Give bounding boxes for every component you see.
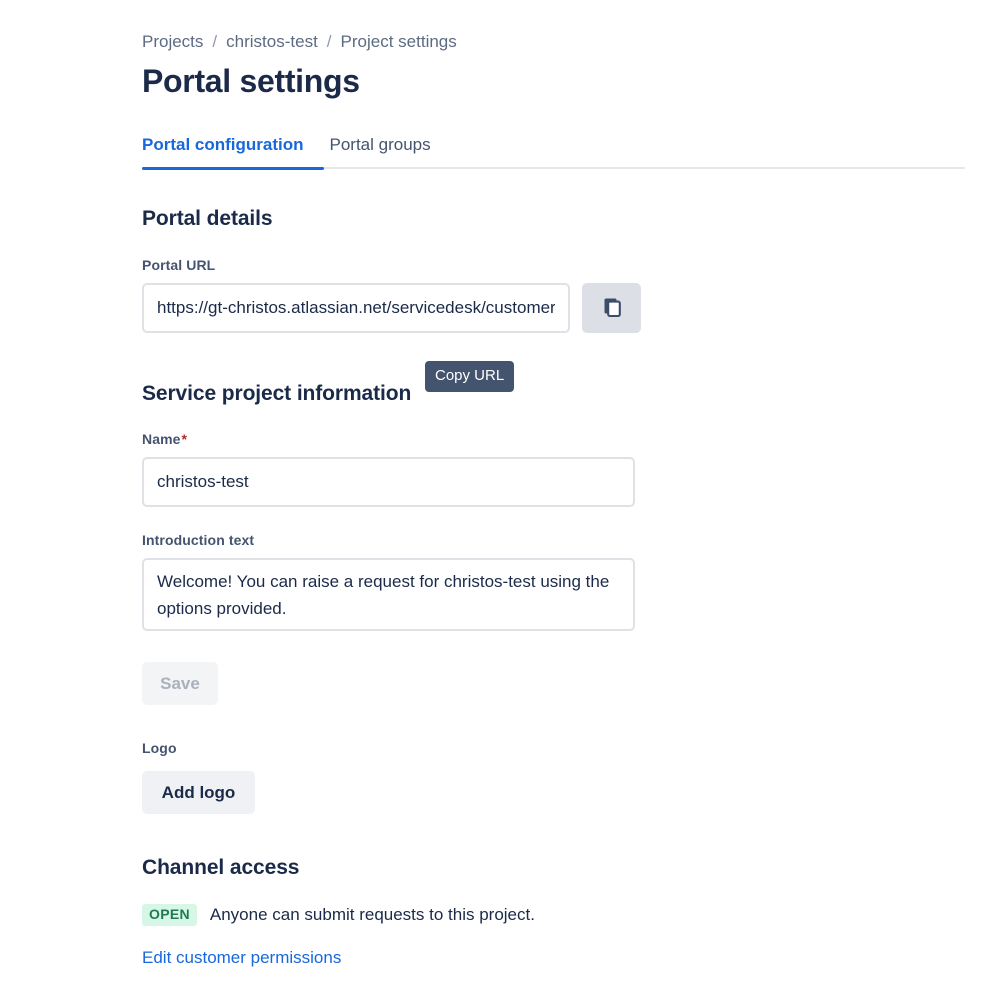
copy-url-button[interactable] — [582, 283, 641, 333]
introduction-text-row — [142, 558, 972, 636]
name-row — [142, 457, 972, 507]
portal-url-input[interactable] — [142, 283, 570, 333]
status-badge-open: OPEN — [142, 904, 197, 926]
introduction-text-input[interactable] — [142, 558, 635, 631]
breadcrumb-item-project-settings[interactable]: Project settings — [341, 31, 457, 53]
active-tab-underline — [142, 167, 324, 170]
section-heading-service-project-information: Service project information — [142, 382, 412, 405]
breadcrumb-item-projects[interactable]: Projects — [142, 31, 203, 53]
name-input[interactable] — [142, 457, 635, 507]
logo-label: Logo — [142, 740, 177, 756]
page-content: Projects / christos-test / Project setti… — [142, 0, 972, 969]
page-title: Portal settings — [142, 63, 360, 99]
add-logo-button[interactable]: Add logo — [142, 771, 255, 814]
tab-divider — [142, 167, 965, 170]
required-marker: * — [181, 431, 188, 447]
name-label-text: Name — [142, 431, 181, 447]
introduction-text-label: Introduction text — [142, 532, 255, 548]
channel-access-description: Anyone can submit requests to this proje… — [209, 905, 535, 924]
breadcrumb-separator: / — [326, 32, 332, 51]
portal-url-row — [142, 283, 972, 333]
save-row: Save — [142, 662, 972, 705]
add-logo-row: Add logo — [142, 771, 972, 814]
breadcrumb-separator: / — [212, 32, 218, 51]
tab-portal-groups[interactable]: Portal groups — [314, 134, 447, 167]
breadcrumb-item-project[interactable]: christos-test — [226, 31, 318, 53]
section-heading-portal-details: Portal details — [142, 207, 273, 230]
breadcrumb: Projects / christos-test / Project setti… — [142, 31, 972, 53]
channel-access-row: OPEN Anyone can submit requests to this … — [142, 904, 972, 926]
section-heading-channel-access: Channel access — [142, 856, 300, 879]
edit-customer-permissions-link[interactable]: Edit customer permissions — [142, 947, 341, 969]
copy-icon — [600, 295, 624, 322]
tab-portal-configuration[interactable]: Portal configuration — [142, 134, 314, 167]
portal-url-label: Portal URL — [142, 257, 216, 273]
save-button[interactable]: Save — [142, 662, 218, 705]
tab-bar: Portal configuration Portal groups — [142, 134, 965, 170]
portal-settings-page: Projects / christos-test / Project setti… — [0, 0, 1000, 1000]
name-label: Name* — [142, 430, 972, 448]
copy-url-tooltip: Copy URL — [425, 361, 515, 392]
